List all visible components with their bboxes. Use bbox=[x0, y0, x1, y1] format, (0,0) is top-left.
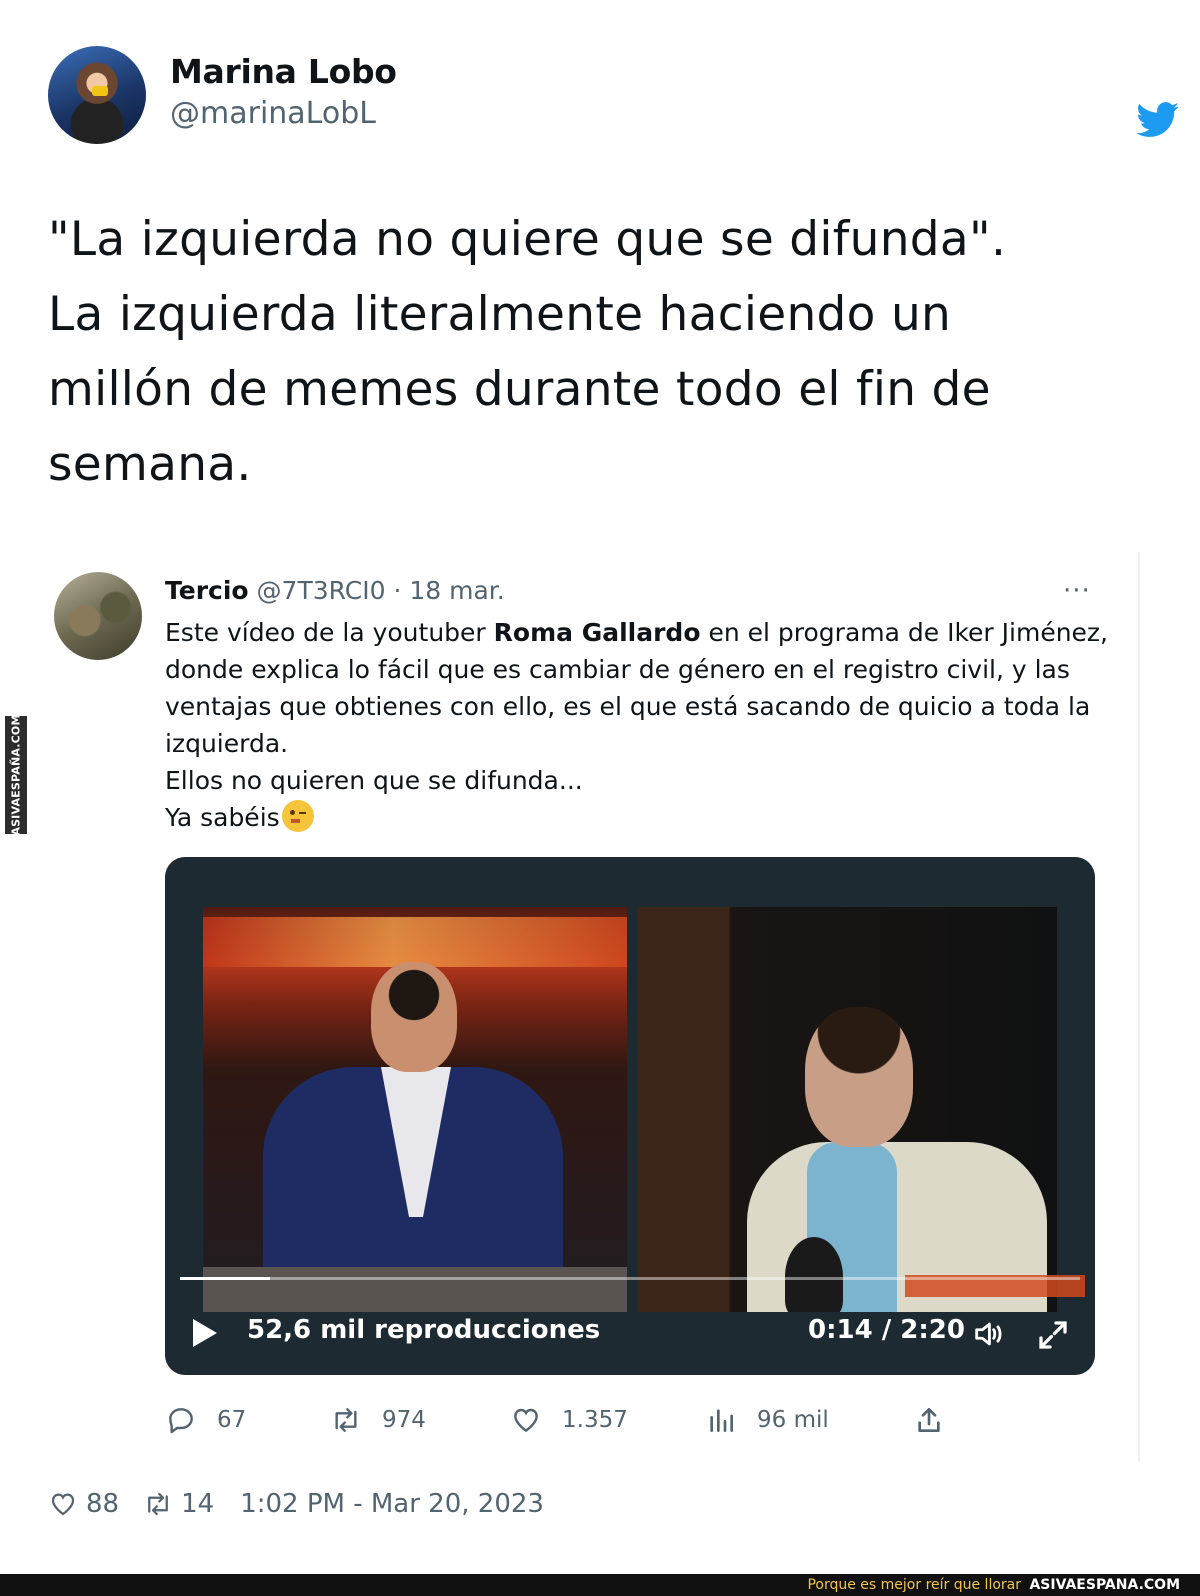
quoted-tweet[interactable]: Tercio @7T3RCI0 · 18 mar. ··· Este vídeo… bbox=[30, 552, 1140, 1462]
quoted-line-wrap: Ya sabéis bbox=[165, 799, 1125, 836]
retweet-count: 974 bbox=[382, 1407, 426, 1433]
side-watermark: ASIVAESPAÑA.COM bbox=[5, 714, 27, 836]
retweet-icon bbox=[335, 1408, 357, 1432]
video-player[interactable]: 52,6 mil reproducciones 0:14 / 2:20 bbox=[165, 857, 1095, 1375]
tweet-line: "La izquierda no quiere que se difunda". bbox=[48, 212, 1007, 267]
tweet-line: La izquierda literalmente haciendo un bbox=[48, 287, 952, 342]
retweet-icon[interactable] bbox=[143, 1489, 173, 1519]
heart-icon[interactable] bbox=[48, 1489, 78, 1519]
tweet-line: semana. bbox=[48, 437, 252, 492]
watermark-slogan: Porque es mejor reír que llorar bbox=[807, 1577, 1021, 1593]
quoted-author-handle[interactable]: @7T3RCI0 bbox=[257, 576, 386, 605]
video-progress-bar[interactable] bbox=[180, 1277, 1080, 1280]
like-count: 1.357 bbox=[562, 1407, 628, 1433]
quoted-text-part: Este vídeo de la youtuber bbox=[165, 618, 494, 647]
quoted-text: Este vídeo de la youtuber Roma Gallardo … bbox=[165, 614, 1125, 836]
footer-retweet-count: 14 bbox=[181, 1489, 215, 1519]
winking-face-icon bbox=[281, 800, 314, 832]
video-view-count: 52,6 mil reproducciones bbox=[247, 1315, 601, 1345]
watermark-site[interactable]: ASIVAESPANA.COM bbox=[1029, 1577, 1180, 1593]
side-watermark-text: ASIVAESPAÑA.COM bbox=[9, 714, 23, 836]
heart-icon bbox=[514, 1408, 538, 1433]
quoted-header: Tercio @7T3RCI0 · 18 mar. bbox=[165, 576, 505, 605]
quoted-text-bold: Roma Gallardo bbox=[493, 618, 701, 647]
quoted-avatar[interactable] bbox=[54, 572, 142, 660]
author-name[interactable]: Marina Lobo bbox=[170, 52, 397, 91]
tweet-timestamp[interactable]: 1:02 PM - Mar 20, 2023 bbox=[240, 1489, 544, 1519]
separator: · bbox=[393, 576, 402, 605]
quoted-action-bar: 67 974 1.357 96 mil bbox=[165, 1400, 1095, 1440]
video-time: 0:14 / 2:20 bbox=[808, 1315, 965, 1345]
quoted-line: Ellos no quieren que se difunda... bbox=[165, 766, 583, 795]
fullscreen-icon[interactable] bbox=[1035, 1317, 1071, 1353]
video-progress-fill bbox=[180, 1277, 270, 1280]
author-handle[interactable]: @marinaLobL bbox=[170, 96, 376, 131]
views-button[interactable]: 96 mil bbox=[705, 1400, 829, 1440]
quoted-date[interactable]: 18 mar. bbox=[409, 576, 504, 605]
twitter-bird-icon[interactable] bbox=[1136, 102, 1180, 138]
more-options-icon[interactable]: ··· bbox=[1063, 576, 1091, 606]
quoted-author-name[interactable]: Tercio bbox=[165, 576, 249, 605]
tweet-line: millón de memes durante todo el fin de bbox=[48, 362, 991, 417]
tweet-footer: 88 14 1:02 PM - Mar 20, 2023 bbox=[48, 1484, 544, 1524]
reply-button[interactable]: 67 bbox=[165, 1400, 246, 1440]
watermark-tag: Porque es mejor reír que llorar ASIVAESP… bbox=[807, 1577, 1180, 1593]
reply-icon bbox=[169, 1408, 193, 1434]
volume-icon[interactable] bbox=[970, 1317, 1006, 1351]
video-frame-right bbox=[637, 907, 1057, 1312]
reply-count: 67 bbox=[217, 1407, 247, 1433]
share-icon bbox=[918, 1408, 940, 1432]
like-button[interactable]: 1.357 bbox=[510, 1400, 628, 1440]
tweet-text: "La izquierda no quiere que se difunda".… bbox=[48, 202, 1168, 502]
share-button[interactable] bbox=[913, 1400, 945, 1440]
footer-like-count: 88 bbox=[86, 1489, 120, 1519]
tweet-author: Marina Lobo @marinaLobL bbox=[48, 46, 1180, 146]
view-count: 96 mil bbox=[757, 1407, 829, 1433]
quoted-paragraph: Este vídeo de la youtuber Roma Gallardo … bbox=[165, 614, 1125, 762]
quoted-line: Ya sabéis bbox=[165, 803, 280, 832]
video-frame-left bbox=[203, 907, 627, 1312]
avatar[interactable] bbox=[48, 46, 146, 144]
retweet-button[interactable]: 974 bbox=[330, 1400, 426, 1440]
analytics-icon bbox=[710, 1409, 733, 1432]
bottom-watermark: Porque es mejor reír que llorar ASIVAESP… bbox=[0, 1574, 1200, 1596]
play-icon[interactable] bbox=[193, 1319, 217, 1347]
